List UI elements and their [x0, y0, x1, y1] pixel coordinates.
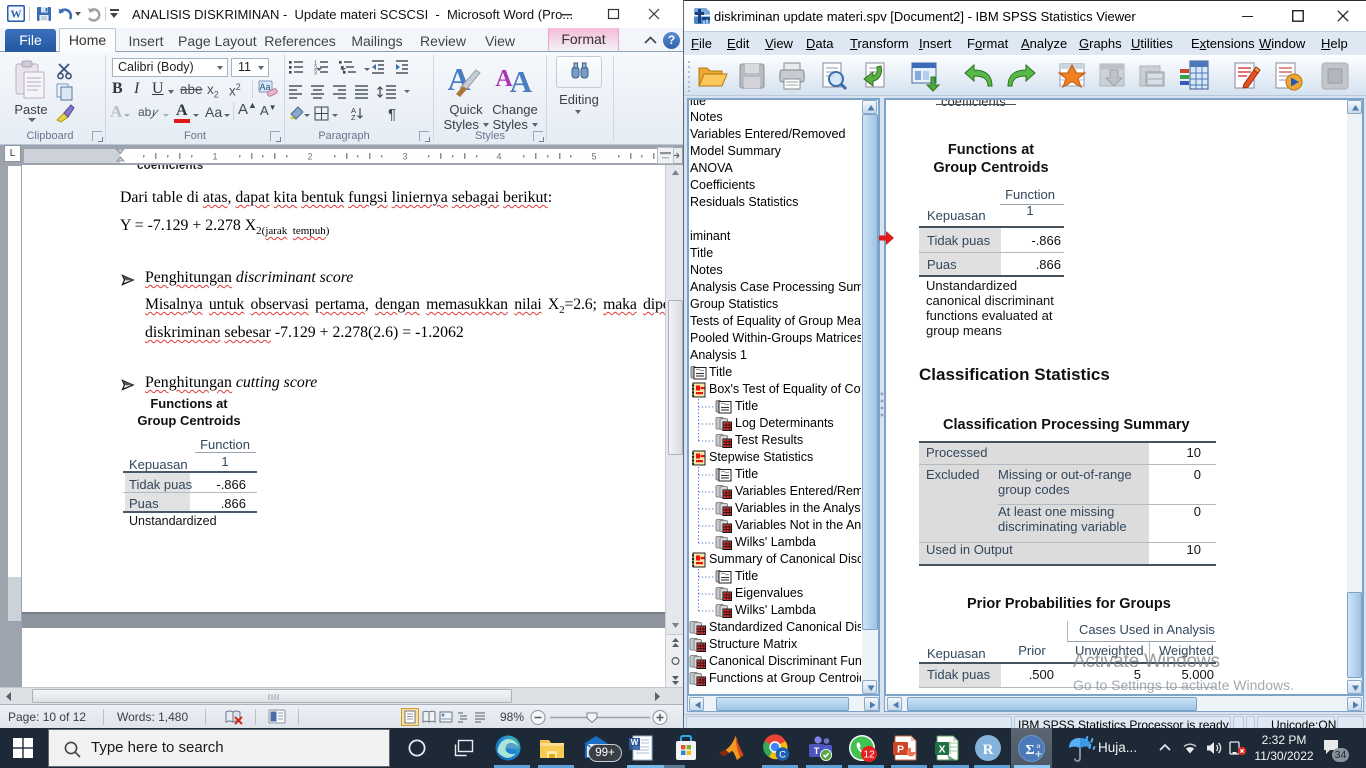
- svg-text:C: C: [779, 750, 786, 761]
- svg-text:W: W: [11, 9, 22, 21]
- svg-text:3: 3: [314, 71, 317, 77]
- svg-text:3: 3: [402, 152, 407, 162]
- svg-text:P: P: [897, 744, 904, 756]
- svg-text:Σ: Σ: [1025, 743, 1034, 758]
- svg-text:12: 12: [863, 750, 875, 761]
- svg-text:A: A: [510, 64, 533, 99]
- svg-text:¶: ¶: [388, 106, 396, 121]
- svg-text:1: 1: [212, 152, 217, 162]
- svg-text:2: 2: [307, 152, 312, 162]
- svg-text:T: T: [814, 746, 820, 757]
- svg-text:α: α: [1037, 741, 1041, 750]
- svg-text:5: 5: [591, 152, 596, 162]
- svg-text:W: W: [631, 738, 639, 747]
- svg-text:Aa: Aa: [259, 82, 270, 92]
- svg-text:Z: Z: [351, 113, 356, 121]
- svg-text:4: 4: [496, 152, 501, 162]
- svg-text:X: X: [938, 744, 945, 756]
- svg-text:R: R: [983, 742, 994, 758]
